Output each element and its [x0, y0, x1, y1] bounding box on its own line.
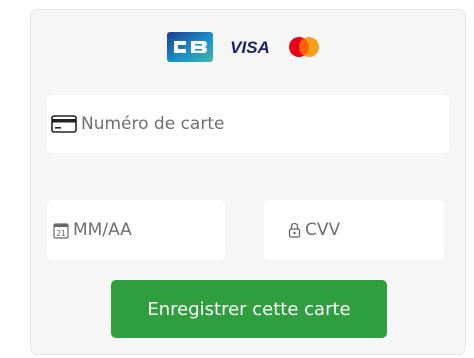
card-number-field-container[interactable]	[47, 95, 449, 153]
visa-label: VISA	[230, 38, 270, 57]
credit-card-icon	[51, 115, 77, 133]
visa-card-icon: VISA	[225, 35, 275, 63]
expiry-date-input[interactable]	[69, 220, 225, 240]
cvv-input[interactable]	[301, 220, 444, 240]
calendar-icon: 21	[53, 222, 69, 239]
cb-card-icon	[167, 32, 213, 66]
card-number-input[interactable]	[77, 114, 449, 134]
calendar-icon-day: 21	[56, 229, 66, 238]
accepted-cards-row: VISA	[167, 31, 321, 67]
mastercard-icon	[287, 35, 321, 63]
lock-icon	[288, 222, 301, 238]
expiry-field-container[interactable]: 21	[47, 200, 225, 260]
save-card-button[interactable]: Enregistrer cette carte	[111, 280, 387, 338]
cvv-field-container[interactable]	[264, 200, 444, 260]
card-form-panel: VISA 21	[30, 9, 466, 355]
